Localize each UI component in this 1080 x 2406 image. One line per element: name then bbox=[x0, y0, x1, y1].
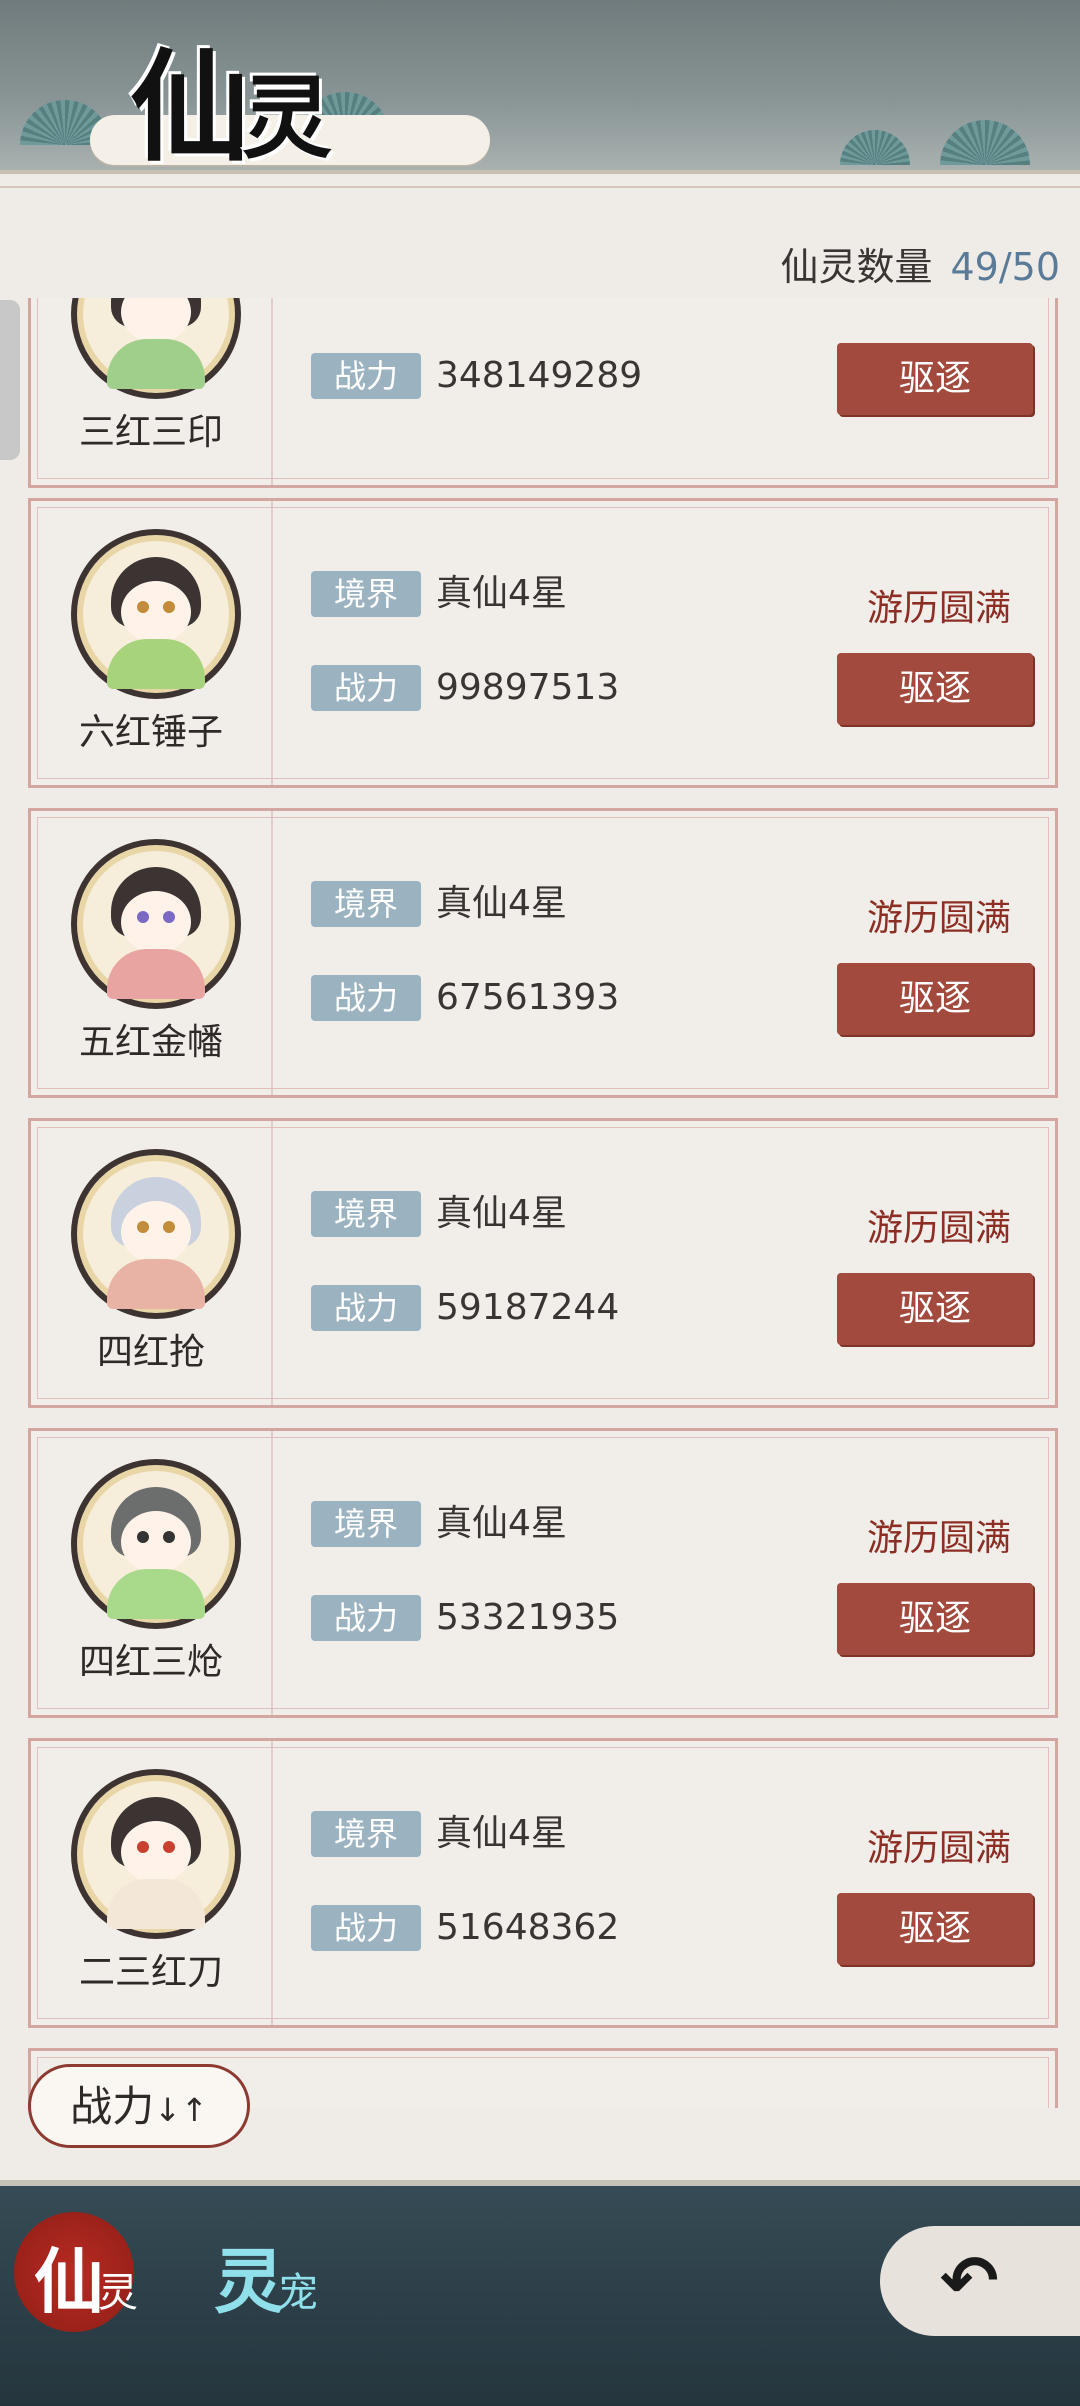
spirit-card: 四红抢 境界 真仙4星 游历圆满 战力 59187244 驱逐 bbox=[28, 1118, 1058, 1408]
tab-pets[interactable]: 灵宠 bbox=[214, 2226, 318, 2327]
spirit-name: 二三红刀 bbox=[78, 1952, 223, 1993]
power-value: 51648362 bbox=[436, 1907, 620, 1948]
realm-value: 真仙4星 bbox=[436, 573, 567, 614]
back-button[interactable]: ↶ bbox=[880, 2226, 1080, 2336]
bottom-tab-bar: 仙灵 灵宠 ↶ bbox=[0, 2180, 1080, 2406]
evict-button[interactable]: 驱逐 bbox=[837, 343, 1033, 415]
fan-ornament-icon bbox=[840, 130, 910, 165]
spirit-card: 五红金幡 境界 真仙4星 游历圆满 战力 67561393 驱逐 bbox=[28, 808, 1058, 1098]
tab-spirits[interactable]: 仙灵 bbox=[34, 2226, 138, 2327]
avatar[interactable] bbox=[71, 1149, 241, 1319]
avatar[interactable] bbox=[71, 529, 241, 699]
back-arrow-icon: ↶ bbox=[940, 2240, 999, 2322]
status-text: 游历圆满 bbox=[866, 588, 1011, 629]
power-tag: 战力 bbox=[311, 975, 421, 1021]
spirit-card: 四红三炝 境界 真仙4星 游历圆满 战力 53321935 驱逐 bbox=[28, 1428, 1058, 1718]
power-value: 99897513 bbox=[436, 667, 620, 708]
spirit-card: 二三红刀 境界 真仙4星 游历圆满 战力 51648362 驱逐 bbox=[28, 1738, 1058, 2028]
evict-button[interactable]: 驱逐 bbox=[837, 963, 1033, 1035]
spirit-count: 仙灵数量 49/50 bbox=[780, 245, 1060, 289]
evict-button[interactable]: 驱逐 bbox=[837, 1583, 1033, 1655]
status-text: 游历圆满 bbox=[866, 898, 1011, 939]
realm-value: 真仙4星 bbox=[436, 883, 567, 924]
evict-button[interactable]: 驱逐 bbox=[837, 653, 1033, 725]
realm-tag: 境界 bbox=[311, 1191, 421, 1237]
power-value: 59187244 bbox=[436, 1287, 620, 1328]
sort-arrows-icon: ↓↑ bbox=[154, 2091, 208, 2129]
spirit-name: 四红三炝 bbox=[78, 1642, 223, 1683]
power-tag: 战力 bbox=[311, 1905, 421, 1951]
power-tag: 战力 bbox=[311, 665, 421, 711]
power-tag: 战力 bbox=[311, 1595, 421, 1641]
power-value: 53321935 bbox=[436, 1597, 620, 1638]
realm-tag: 境界 bbox=[311, 1811, 421, 1857]
realm-tag: 境界 bbox=[311, 881, 421, 927]
power-tag: 战力 bbox=[311, 1285, 421, 1331]
avatar[interactable] bbox=[71, 1769, 241, 1939]
evict-button[interactable]: 驱逐 bbox=[837, 1273, 1033, 1345]
status-text: 游历圆满 bbox=[866, 1208, 1011, 1249]
realm-tag: 境界 bbox=[311, 1501, 421, 1547]
status-text: 游历圆满 bbox=[866, 1518, 1011, 1559]
spirit-list[interactable]: 三红三印 战力 348149289 驱逐 六红锤子 境界 真仙4星 游历圆满 战… bbox=[0, 298, 1080, 2108]
spirit-card: 六红锤子 境界 真仙4星 游历圆满 战力 99897513 驱逐 bbox=[28, 498, 1058, 788]
spirit-card: 三红三印 战力 348149289 驱逐 bbox=[28, 298, 1058, 488]
realm-value: 真仙4星 bbox=[436, 1503, 567, 1544]
power-value: 67561393 bbox=[436, 977, 620, 1018]
spirit-name: 五红金幡 bbox=[78, 1022, 223, 1063]
realm-value: 真仙4星 bbox=[436, 1813, 567, 1854]
spirit-name: 三红三印 bbox=[78, 412, 223, 453]
realm-tag: 境界 bbox=[311, 571, 421, 617]
top-header: 仙灵 bbox=[0, 0, 1080, 178]
power-value: 348149289 bbox=[436, 355, 643, 396]
status-text: 游历圆满 bbox=[866, 1828, 1011, 1869]
fan-ornament-icon bbox=[940, 120, 1030, 165]
page-title: 仙灵 bbox=[130, 37, 332, 178]
realm-value: 真仙4星 bbox=[436, 1193, 567, 1234]
avatar[interactable] bbox=[71, 1459, 241, 1629]
spirit-list-panel: 仙灵数量 49/50 三红三印 战力 348149289 驱逐 六红锤子 境界 … bbox=[0, 170, 1080, 2184]
avatar[interactable] bbox=[71, 298, 241, 399]
evict-button[interactable]: 驱逐 bbox=[837, 1893, 1033, 1965]
sort-by-power-button[interactable]: 战力↓↑ bbox=[28, 2064, 250, 2148]
avatar[interactable] bbox=[71, 839, 241, 1009]
spirit-name: 四红抢 bbox=[96, 1332, 205, 1373]
power-tag: 战力 bbox=[311, 353, 421, 399]
side-pull-handle[interactable] bbox=[0, 300, 20, 460]
spirit-name: 六红锤子 bbox=[78, 712, 223, 753]
